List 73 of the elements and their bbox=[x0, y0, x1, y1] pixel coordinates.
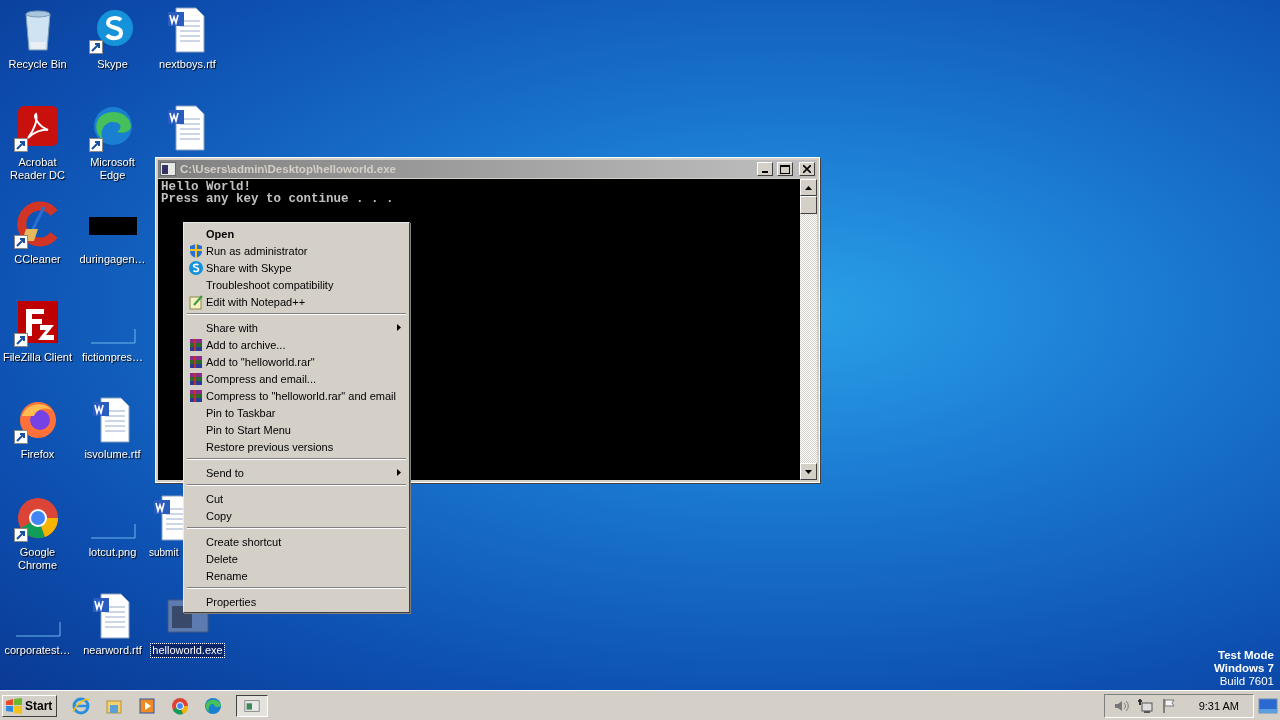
console-text: Press any key to continue . . . bbox=[161, 193, 395, 205]
menu-item[interactable]: Add to archive... bbox=[186, 336, 407, 353]
system-mode-text: Windows 7 bbox=[1214, 662, 1274, 675]
menu-item[interactable]: Create shortcut bbox=[186, 533, 407, 550]
icon-label[interactable]: Recycle Bin bbox=[7, 58, 68, 71]
menu-item[interactable]: Restore previous versions bbox=[186, 438, 407, 455]
scroll-down-button[interactable] bbox=[800, 463, 817, 480]
submenu-arrow-icon bbox=[397, 324, 401, 331]
menu-item[interactable]: Share with Skype bbox=[186, 259, 407, 276]
icon-label[interactable]: Acrobat Reader DC bbox=[0, 155, 75, 182]
menu-item[interactable]: Compress and email... bbox=[186, 370, 407, 387]
icon-label[interactable]: corporatest… bbox=[3, 643, 72, 657]
clock[interactable]: 9:31 AM bbox=[1198, 699, 1239, 712]
menu-item[interactable]: Pin to Taskbar bbox=[186, 404, 407, 421]
taskbar-button[interactable] bbox=[236, 694, 269, 717]
icon-label[interactable]: Skype bbox=[96, 58, 129, 71]
menu-item[interactable]: Send to bbox=[186, 464, 407, 481]
arrow-down-icon bbox=[805, 469, 812, 474]
menu-item[interactable]: Properties bbox=[186, 593, 407, 610]
icon-label[interactable]: submit bbox=[149, 545, 179, 559]
start-button[interactable]: Start bbox=[2, 694, 58, 717]
menu-item[interactable]: Share with bbox=[186, 319, 407, 336]
menu-item[interactable]: Edit with Notepad++ bbox=[186, 293, 407, 310]
minimize-button[interactable] bbox=[757, 162, 773, 176]
scroll-thumb[interactable] bbox=[800, 196, 817, 214]
menu-item[interactable]: Copy bbox=[186, 507, 407, 524]
icon-label[interactable]: helloworld.exe bbox=[151, 643, 224, 657]
archive-icon bbox=[188, 387, 204, 404]
menu-item[interactable]: Rename bbox=[186, 567, 407, 584]
icon-label[interactable]: lotcut.png bbox=[87, 545, 138, 559]
menu-item[interactable]: Cut bbox=[186, 490, 407, 507]
maximize-icon bbox=[780, 164, 790, 174]
menu-item[interactable]: Delete bbox=[186, 550, 407, 567]
scrollbar[interactable] bbox=[800, 179, 817, 480]
flag-icon[interactable] bbox=[1160, 697, 1177, 714]
icon-label[interactable]: Google Chrome bbox=[0, 545, 75, 572]
shield-icon bbox=[188, 242, 204, 259]
close-icon bbox=[803, 165, 811, 173]
menu-item[interactable]: Troubleshoot compatibility bbox=[186, 276, 407, 293]
scroll-up-button[interactable] bbox=[800, 179, 817, 196]
menu-item[interactable]: Add to "helloworld.rar" bbox=[186, 353, 407, 370]
window-title: C:\Users\admin\Desktop\helloworld.exe bbox=[180, 163, 397, 175]
icon-label[interactable]: isvolume.rtf bbox=[83, 448, 142, 462]
network-icon[interactable] bbox=[1136, 697, 1153, 714]
menu-item[interactable]: Compress to "helloworld.rar" and email bbox=[186, 387, 407, 404]
archive-icon bbox=[188, 353, 204, 370]
maximize-button[interactable] bbox=[777, 162, 793, 176]
console-icon bbox=[160, 162, 176, 176]
system-mode-text: Build 7601 bbox=[1218, 675, 1274, 688]
archive-icon bbox=[188, 370, 204, 387]
icon-label[interactable]: duringagen… bbox=[78, 253, 147, 267]
media-player-icon[interactable] bbox=[137, 695, 158, 716]
icon-label[interactable]: CCleaner bbox=[13, 253, 62, 267]
browser-icon[interactable] bbox=[203, 695, 224, 716]
submenu-arrow-icon bbox=[397, 469, 401, 476]
windows-logo-icon bbox=[5, 697, 23, 714]
icon-label[interactable]: Firefox bbox=[19, 448, 56, 462]
icon-label[interactable]: fictionpres… bbox=[80, 350, 145, 364]
close-button[interactable] bbox=[799, 162, 815, 176]
archive-icon bbox=[188, 336, 204, 353]
icon-label[interactable]: FileZilla Client bbox=[1, 350, 74, 364]
icon-label[interactable]: Microsoft Edge bbox=[75, 155, 150, 182]
notepad-icon bbox=[188, 293, 204, 310]
console-text: Hello World! bbox=[161, 181, 251, 193]
show-desktop-icon[interactable] bbox=[1258, 697, 1278, 714]
icon-label[interactable]: nextboys.rtf bbox=[158, 58, 217, 71]
arrow-up-icon bbox=[805, 185, 812, 190]
browser-icon[interactable] bbox=[170, 695, 191, 716]
menu-item[interactable]: Open bbox=[186, 225, 407, 242]
menu-item[interactable]: Pin to Start Menu bbox=[186, 421, 407, 438]
menu-item[interactable]: Run as administrator bbox=[186, 242, 407, 259]
system-mode-text: Test Mode bbox=[1217, 649, 1274, 662]
icon-label[interactable]: nearword.rtf bbox=[82, 643, 143, 657]
